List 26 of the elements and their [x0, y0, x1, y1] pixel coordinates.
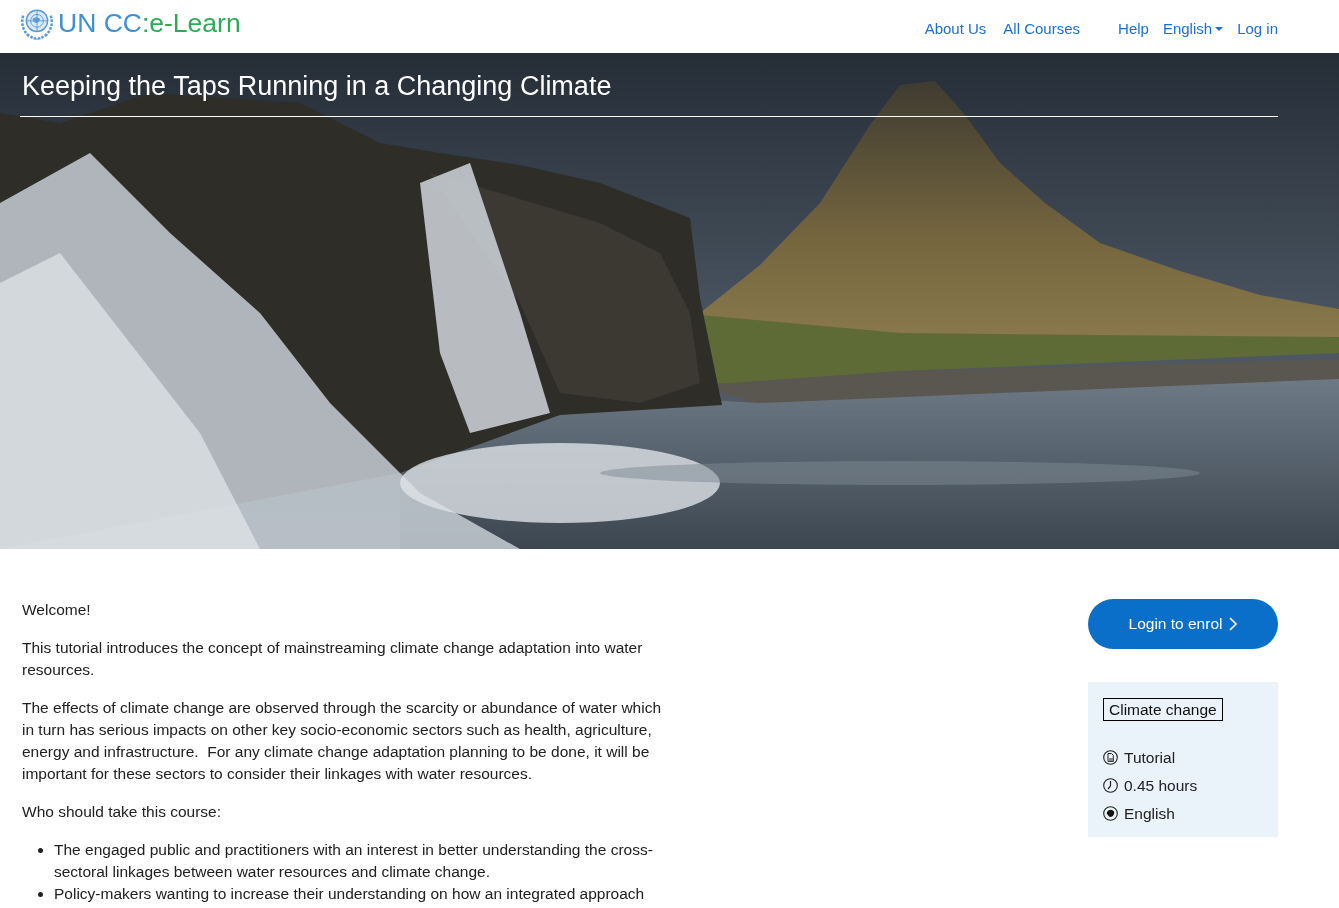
nav-link[interactable]: Help [1118, 18, 1149, 39]
nav-link[interactable]: About Us [924, 18, 987, 39]
course-detail-text: English [1124, 803, 1175, 824]
list-item-text: Policy-makers wanting to increase their understanding on how an integrated approach [54, 884, 645, 904]
globe-icon [1103, 805, 1118, 821]
course-detail-text: Tutorial [1124, 747, 1176, 768]
caret-icon [1215, 26, 1224, 31]
bullet-icon [38, 892, 43, 897]
nav-link[interactable]: Log in [1237, 18, 1278, 39]
description-paragraph: The effects of climate change are observed through the scarcity or abundance of water which in turn has serious impacts on other key socio-economic sectors such as health, agriculture, energy and infrastructure. For any climate change adaptation planning to be done, it will be important for these sectors to consider their linkages with water resources. [22, 698, 663, 784]
document-icon [1103, 749, 1118, 765]
description-paragraph: Who should take this course: [22, 802, 223, 822]
description-paragraph: Welcome! [22, 600, 92, 620]
course-title: Keeping the Taps Running in a Changing Climate [22, 70, 613, 103]
enrol-button[interactable]: Login to enrol [1088, 599, 1278, 649]
nav-link[interactable]: All Courses [1003, 18, 1081, 39]
description-paragraph: This tutorial introduces the concept of mainstreaming climate change adaptation into water resources. [22, 638, 644, 680]
topic-tag[interactable]: Climate change [1103, 698, 1223, 721]
bullet-icon [38, 848, 43, 853]
globe-wreath-icon [20, 7, 54, 40]
course-detail-text: 0.45 hours [1124, 775, 1198, 796]
language-dropdown[interactable]: English [1162, 18, 1224, 39]
clock-icon [1103, 777, 1118, 793]
chevron-right-icon [1229, 617, 1238, 631]
site-logo-text[interactable]: UN CC:e-Learn [58, 10, 241, 37]
list-item-text: The engaged public and practitioners with an interest in better understanding the cross-sectoral linkages between water resources and climate change. [54, 840, 654, 882]
